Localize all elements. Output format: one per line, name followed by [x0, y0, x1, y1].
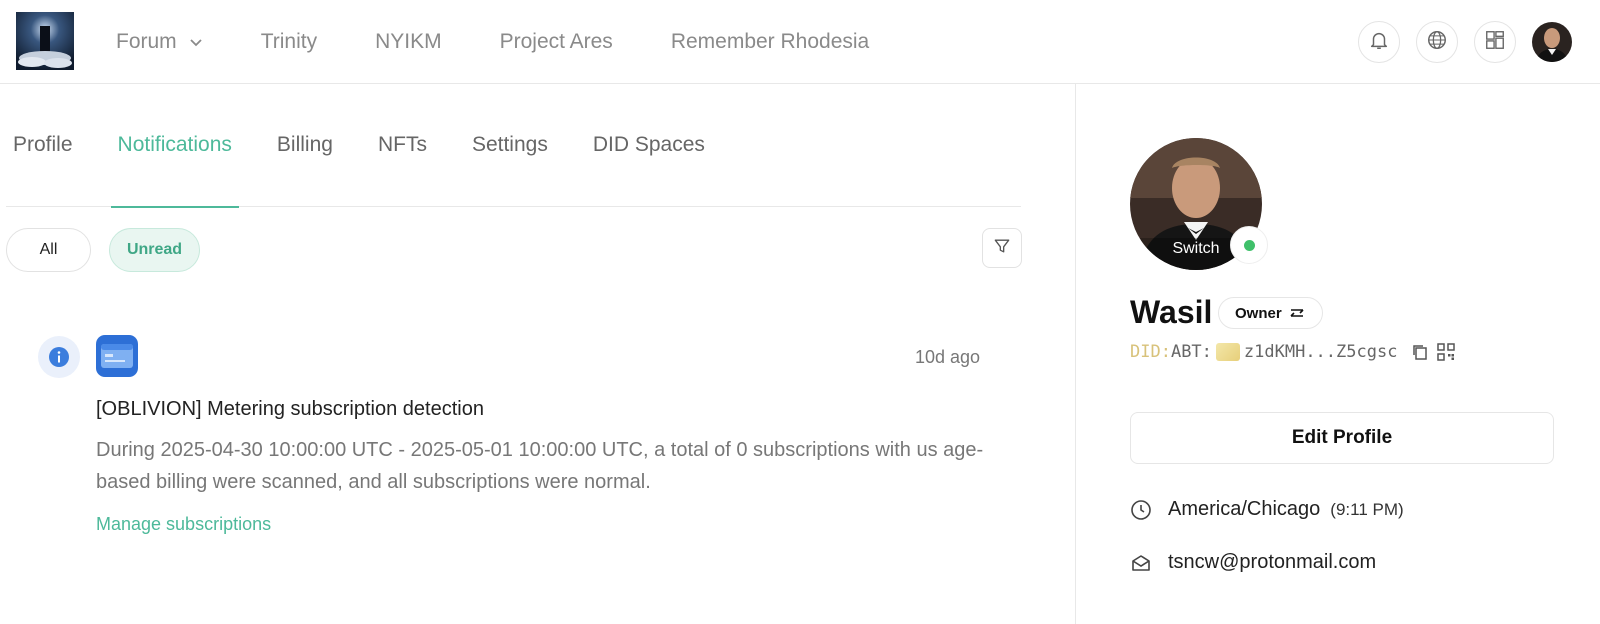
swap-arrows-icon	[1288, 306, 1306, 320]
email[interactable]: tsncw@protonmail.com	[1168, 551, 1376, 574]
notifications-button[interactable]	[1358, 21, 1400, 63]
copy-icon[interactable]	[1411, 343, 1429, 361]
info-icon	[38, 336, 80, 378]
user-avatar[interactable]	[1532, 22, 1572, 62]
edit-profile-button[interactable]: Edit Profile	[1130, 412, 1554, 464]
nav-item-label: Project Ares	[499, 30, 613, 53]
notification-body: During 2025-04-30 10:00:00 UTC - 2025-05…	[96, 439, 984, 493]
did-prefix: DID:	[1130, 342, 1171, 362]
top-icons	[1342, 0, 1600, 84]
email-row: tsncw@protonmail.com	[1130, 551, 1376, 574]
nav-item-label: NYIKM	[375, 30, 442, 53]
main-nav: Forum Trinity NYIKM Project Ares Remembe…	[116, 0, 927, 84]
notification-title: [OBLIVION] Metering subscription detecti…	[96, 398, 484, 420]
mail-icon	[1130, 552, 1156, 574]
apps-button[interactable]	[1474, 21, 1516, 63]
language-button[interactable]	[1416, 21, 1458, 63]
online-status	[1230, 226, 1268, 264]
local-time: (9:11 PM)	[1330, 499, 1404, 519]
qr-code-icon[interactable]	[1437, 343, 1456, 361]
tab-notifications[interactable]: Notifications	[110, 84, 240, 208]
tab-nfts[interactable]: NFTs	[371, 84, 434, 207]
role-badge[interactable]: Owner	[1218, 297, 1323, 329]
top-bar: Forum Trinity NYIKM Project Ares Remembe…	[0, 0, 1600, 84]
profile-name: Wasil	[1130, 294, 1213, 330]
site-logo[interactable]	[16, 12, 74, 70]
did-value: z1dKMH...Z5cgsc	[1243, 342, 1398, 362]
timezone-row: America/Chicago (9:11 PM)	[1130, 498, 1404, 521]
notification-time: 10d ago	[915, 347, 981, 367]
tab-settings[interactable]: Settings	[465, 84, 555, 207]
app-icon	[96, 335, 138, 377]
did-avatar-icon	[1215, 343, 1240, 361]
online-dot	[1243, 239, 1255, 251]
profile-tabs: Profile Notifications Billing NFTs Setti…	[6, 84, 1021, 208]
nav-item-label: Trinity	[260, 30, 318, 53]
nav-item-forum[interactable]: Forum	[116, 30, 203, 54]
profile-panel: Switch Wasil Owner DID: ABT: z1dKMH...Z5…	[1075, 84, 1600, 624]
filter-all-button[interactable]: All	[6, 228, 91, 272]
nav-item-label: Remember Rhodesia	[670, 30, 870, 53]
nav-item-remember-rhodesia[interactable]: Remember Rhodesia	[671, 30, 869, 54]
chevron-down-icon	[189, 35, 203, 49]
clock-icon	[1130, 499, 1156, 521]
timezone: America/Chicago	[1168, 498, 1321, 520]
nav-item-project-ares[interactable]: Project Ares	[500, 30, 613, 54]
tab-did-spaces[interactable]: DID Spaces	[586, 84, 712, 207]
globe-icon	[1426, 29, 1448, 56]
nav-item-nyikm[interactable]: NYIKM	[375, 30, 442, 54]
nav-item-trinity[interactable]: Trinity	[261, 30, 317, 54]
notification-filters: All Unread	[6, 228, 218, 272]
did-row: DID: ABT: z1dKMH...Z5cgsc	[1130, 342, 1456, 362]
tab-billing[interactable]: Billing	[270, 84, 340, 207]
filter-button[interactable]	[982, 228, 1022, 268]
did-chain: ABT:	[1170, 342, 1212, 362]
apps-grid-icon	[1484, 29, 1506, 56]
bell-icon	[1368, 29, 1390, 56]
nav-item-label: Forum	[116, 30, 177, 53]
tab-profile[interactable]: Profile	[6, 84, 80, 207]
role-label: Owner	[1235, 304, 1282, 322]
manage-subscriptions-link[interactable]: Manage subscriptions	[96, 514, 271, 535]
funnel-icon	[992, 236, 1012, 261]
filter-unread-button[interactable]: Unread	[109, 228, 200, 272]
